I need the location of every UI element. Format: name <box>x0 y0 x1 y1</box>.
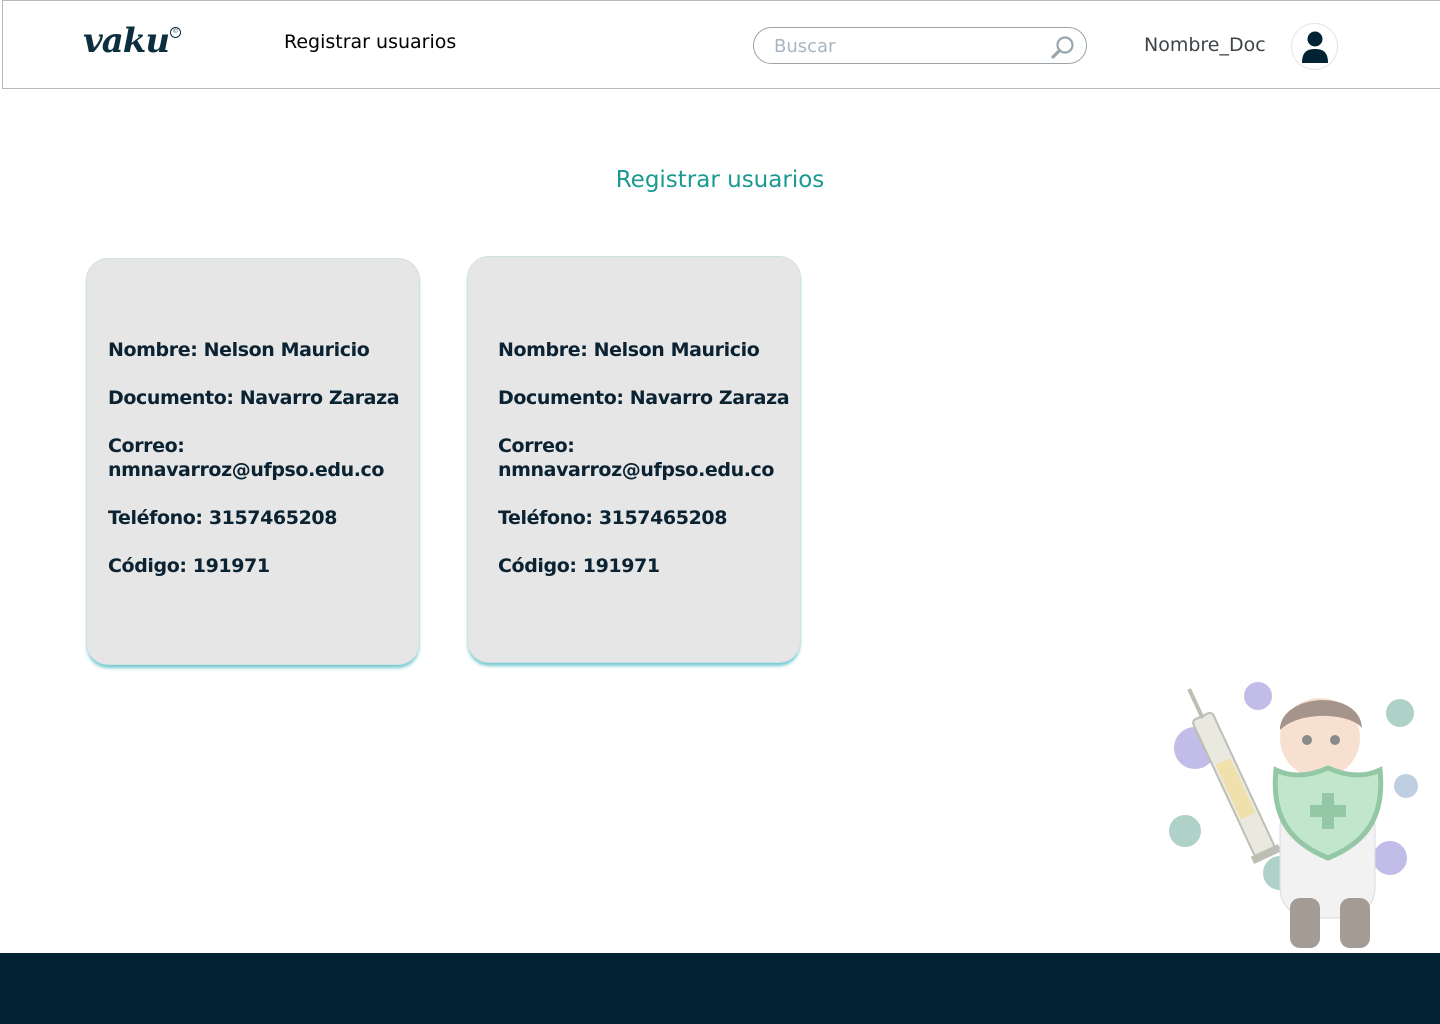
doctor-vaccine-illustration <box>1150 668 1440 953</box>
user-name-field: Nombre: Nelson Mauricio <box>108 339 370 361</box>
registered-mark-icon: © <box>170 27 181 38</box>
user-email-field: Correo: nmnavarroz@ufpso.edu.co <box>108 435 385 481</box>
user-document-field: Documento: Navarro Zaraza <box>498 387 790 409</box>
search-box <box>753 27 1087 64</box>
user-code-field: Código: 191971 <box>108 555 270 577</box>
top-navbar: vaku © Registrar usuarios Nombre_Doc <box>2 0 1440 89</box>
user-avatar[interactable] <box>1291 23 1338 70</box>
vaku-logo[interactable]: vaku <box>83 21 170 61</box>
user-phone-field: Teléfono: 3157465208 <box>108 507 338 529</box>
user-card[interactable]: Nombre: Nelson Mauricio Documento: Navar… <box>86 258 420 665</box>
user-name[interactable]: Nombre_Doc <box>1144 34 1266 56</box>
user-name-field: Nombre: Nelson Mauricio <box>498 339 760 361</box>
user-icon <box>1302 31 1328 63</box>
page-title: Registrar usuarios <box>615 167 825 193</box>
user-code-field: Código: 191971 <box>498 555 660 577</box>
search-icon[interactable] <box>1050 35 1076 61</box>
user-document-field: Documento: Navarro Zaraza <box>108 387 400 409</box>
footer-bar <box>0 953 1440 1024</box>
user-card[interactable]: Nombre: Nelson Mauricio Documento: Navar… <box>467 256 801 663</box>
nav-page-title: Registrar usuarios <box>284 31 457 53</box>
search-input[interactable] <box>774 35 1034 57</box>
user-email-field: Correo: nmnavarroz@ufpso.edu.co <box>498 435 775 481</box>
user-phone-field: Teléfono: 3157465208 <box>498 507 728 529</box>
